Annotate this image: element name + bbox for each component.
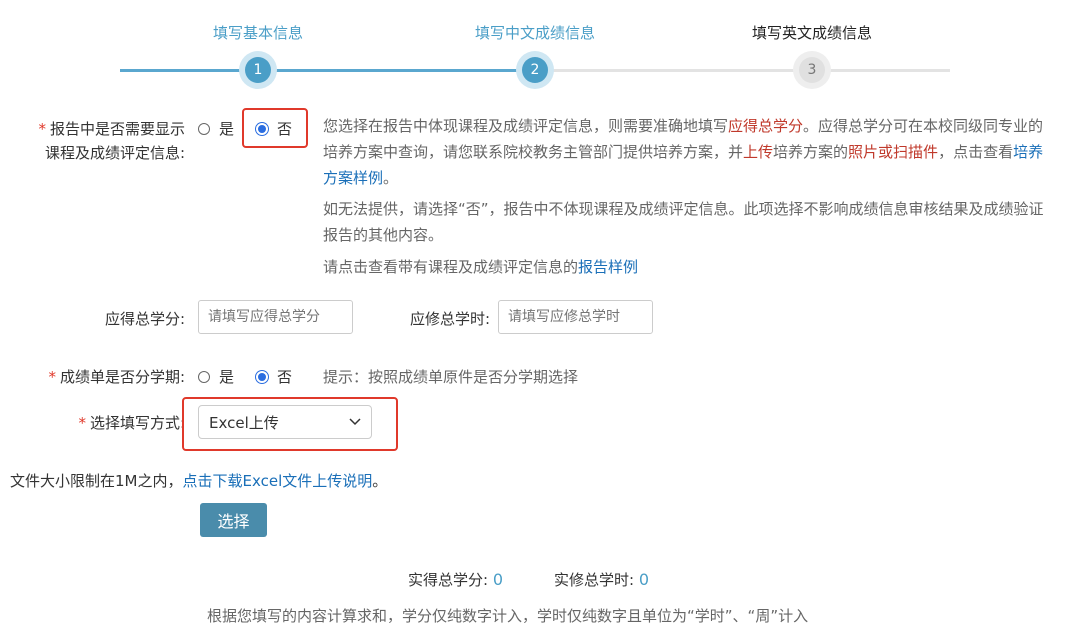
required-mark: * xyxy=(78,414,86,432)
step-1-title: 填写基本信息 xyxy=(212,24,304,42)
highlight-box xyxy=(242,108,308,148)
upload-note: 文件大小限制在1M之内，点击下载Excel文件上传说明。 xyxy=(10,472,388,490)
report-sample-link[interactable]: 报告样例 xyxy=(578,258,638,276)
required-credits-label: 应得总学分: xyxy=(104,310,185,328)
step-1-marker: 1 xyxy=(239,51,277,89)
semester-label: * 成绩单是否分学期: xyxy=(48,368,185,386)
semester-no-radio[interactable]: 否 xyxy=(256,366,292,387)
highlight-box xyxy=(182,397,398,451)
choose-file-button[interactable]: 选择 xyxy=(200,503,267,537)
earned-hours-value: 0 xyxy=(638,570,650,589)
step-line-2 xyxy=(535,69,950,72)
required-mark: * xyxy=(48,368,56,386)
earned-credits: 实得总学分: 0 xyxy=(408,570,504,589)
step-3-number: 3 xyxy=(799,57,825,83)
step-2-number: 2 xyxy=(522,57,548,83)
radio-checked-icon xyxy=(256,370,268,383)
required-mark: * xyxy=(38,120,46,138)
step-3-marker: 3 xyxy=(793,51,831,89)
semester-yes-radio[interactable]: 是 xyxy=(198,366,234,387)
totals-footnote: 根据您填写的内容计算求和，学分仅纯数字计入，学时仅纯数字且单位为“学时”、“周”… xyxy=(207,607,809,625)
display-course-info-p2: 如无法提供，请选择“否”，报告中不体现课程及成绩评定信息。此项选择不影响成绩信息… xyxy=(323,200,1044,244)
step-1-number: 1 xyxy=(245,57,271,83)
fill-method-label: * 选择填写方式: xyxy=(78,414,185,432)
radio-unchecked-icon xyxy=(198,370,210,383)
earned-hours: 实修总学时: 0 xyxy=(554,570,650,589)
display-course-yes-radio[interactable]: 是 xyxy=(198,118,234,139)
earned-credits-value: 0 xyxy=(492,570,504,589)
required-hours-input[interactable] xyxy=(498,300,653,334)
required-hours-label: 应修总学时: xyxy=(409,310,490,328)
radio-unchecked-icon xyxy=(198,122,210,135)
step-3-title: 填写英文成绩信息 xyxy=(751,24,873,42)
step-2-marker: 2 xyxy=(516,51,554,89)
display-course-info-p3: 请点击查看带有课程及成绩评定信息的报告样例 xyxy=(323,258,639,276)
display-course-label: * 报告中是否需要显示 课程及成绩评定信息: xyxy=(38,120,185,162)
step-line-1 xyxy=(120,69,535,72)
semester-hint: 提示：按照成绩单原件是否分学期选择 xyxy=(323,368,579,386)
step-2-title: 填写中文成绩信息 xyxy=(474,24,596,42)
display-course-info-p1: 您选择在报告中体现课程及成绩评定信息，则需要准确地填写应得总学分。应得总学分可在… xyxy=(323,117,1044,187)
excel-upload-instructions-link[interactable]: 点击下载Excel文件上传说明 xyxy=(183,472,373,490)
required-credits-input[interactable] xyxy=(198,300,353,334)
